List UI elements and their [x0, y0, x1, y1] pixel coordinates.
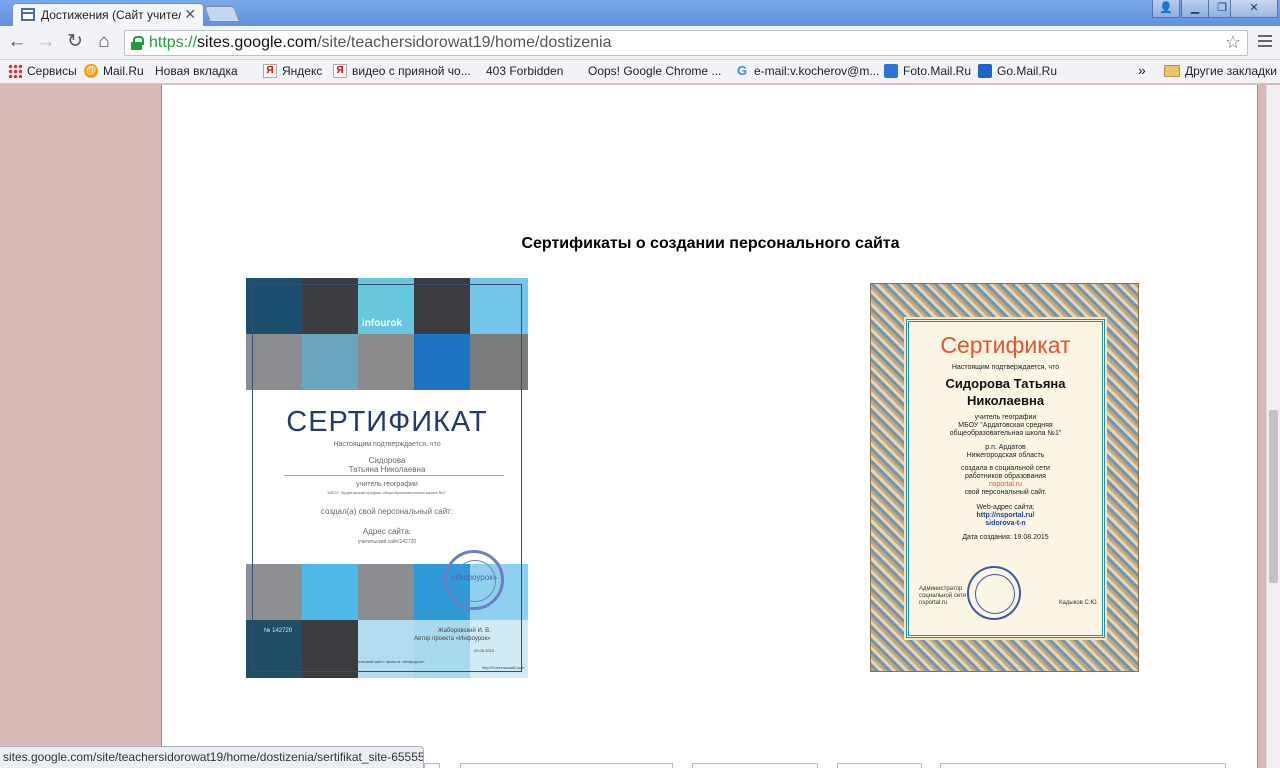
yandex-icon: Я: [333, 64, 347, 78]
home-icon[interactable]: ⌂: [92, 32, 116, 52]
bookmark-item[interactable]: Явидео с прияной чо...: [333, 64, 471, 78]
user-icon[interactable]: 👤: [1152, 0, 1180, 18]
certificate-nsportal-image[interactable]: Сертификат Настоящим подтверждается, что…: [870, 283, 1139, 672]
chrome-menu-icon[interactable]: [1258, 35, 1272, 50]
bookmark-item[interactable]: Foto.Mail.Ru: [884, 64, 971, 78]
bookmark-item[interactable]: Я Яндекс: [263, 64, 322, 78]
foto-icon: [884, 64, 898, 78]
tab-close-icon[interactable]: ✕: [184, 6, 196, 23]
infourok-logo: infourok: [362, 318, 402, 329]
mailru-icon: @: [84, 64, 98, 78]
sites-favicon-icon: [21, 8, 35, 21]
bottom-thumbnail[interactable]: [692, 763, 818, 768]
bottom-thumbnail[interactable]: [460, 763, 673, 768]
reload-icon[interactable]: ↻: [63, 32, 87, 52]
bottom-thumbnail[interactable]: [837, 763, 922, 768]
bookmark-item[interactable]: Oops! Google Chrome ...: [588, 64, 760, 163]
browser-tab[interactable]: Достижения (Сайт учителя ✕: [12, 3, 204, 26]
url-text[interactable]: https://sites.google.com/site/teachersid…: [149, 34, 611, 52]
go-icon: [978, 64, 992, 78]
google-icon: G: [736, 63, 748, 78]
close-icon[interactable]: ✕: [1230, 0, 1278, 18]
new-tab-button[interactable]: [204, 6, 240, 22]
page-heading: Сертификаты о создании персонального сай…: [521, 235, 900, 252]
bookmarks-bar: Сервисы @ Mail.Ru Новая вкладка Я Яндекс Я…: [0, 60, 1280, 163]
page-scrollbar[interactable]: [1266, 85, 1280, 768]
folder-icon: [1164, 65, 1180, 77]
bookmark-item[interactable]: 403 Forbidden: [486, 64, 658, 163]
forward-arrow-icon[interactable]: →: [34, 32, 58, 52]
lock-icon: [131, 36, 144, 50]
bottom-thumbnail[interactable]: [940, 763, 1226, 768]
nsportal-seal-stamp: [967, 566, 1021, 620]
apps-icon: [8, 64, 22, 78]
bookmark-star-icon[interactable]: ☆: [1225, 32, 1241, 53]
bookmarks-overflow-button[interactable]: »: [1138, 62, 1146, 78]
tab-title: Достижения (Сайт учителя: [41, 8, 181, 22]
other-bookmarks-folder[interactable]: Другие закладки: [1164, 64, 1277, 78]
certificate-infourok-image[interactable]: infourok СЕРТИФИКАТ Настоящим подтвержда…: [246, 278, 528, 678]
scrollbar-thumb[interactable]: [1269, 410, 1278, 583]
status-bar-link: sites.google.com/site/teachersidorowat19…: [0, 746, 424, 768]
address-bar[interactable]: https://sites.google.com/site/teachersid…: [124, 30, 1248, 56]
bookmark-item[interactable]: Go.Mail.Ru: [978, 64, 1057, 78]
bookmark-item[interactable]: Сервисы: [8, 64, 77, 78]
bookmark-item[interactable]: Новая вкладка: [155, 64, 327, 163]
minimize-icon[interactable]: ▁: [1181, 0, 1209, 18]
infourok-seal-stamp: «Инфоурок»: [444, 550, 504, 610]
yandex-icon: Я: [263, 64, 277, 78]
browser-toolbar: ← → ↻ ⌂ https://sites.google.com/site/te…: [0, 26, 1280, 60]
bookmark-item[interactable]: Ge-mail:v.kocherov@m...: [735, 63, 879, 79]
bookmark-item[interactable]: @ Mail.Ru: [84, 64, 144, 78]
back-arrow-icon[interactable]: ←: [5, 32, 29, 52]
window-titlebar: Достижения (Сайт учителя ✕ 👤 ▁ ❐ ✕: [0, 0, 1280, 26]
bottom-thumbnail[interactable]: [424, 763, 440, 768]
